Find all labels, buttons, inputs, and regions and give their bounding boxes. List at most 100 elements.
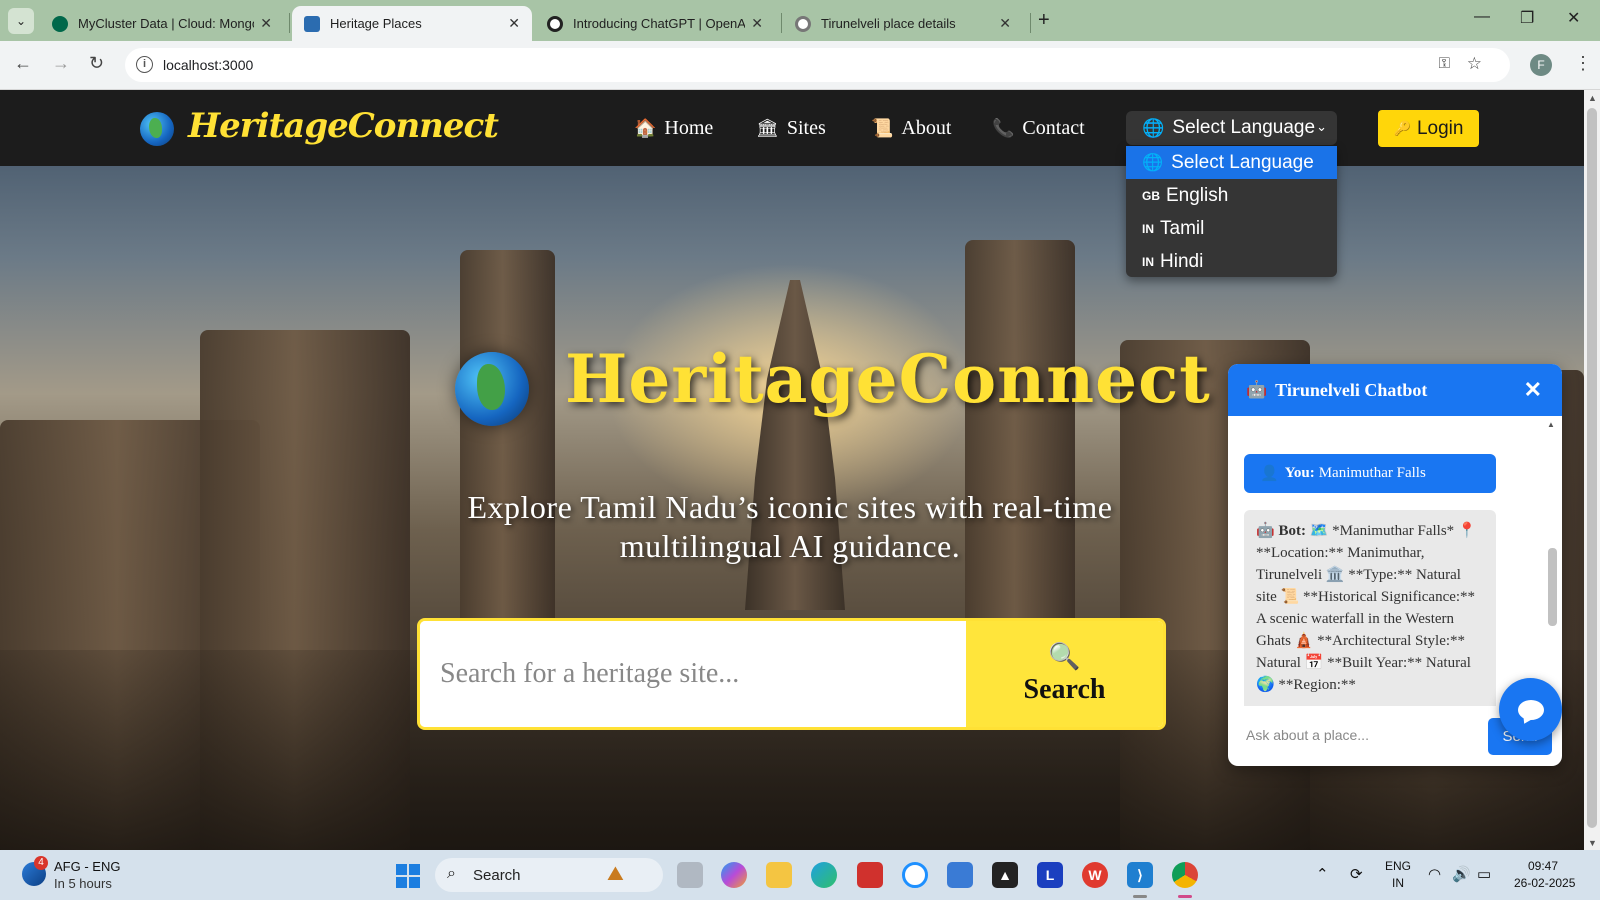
close-tab-icon[interactable]: ✕ [260,15,272,32]
volume-icon[interactable]: 🔊 [1452,865,1471,883]
openai-icon [547,15,563,32]
user-message: 👤 You: Manimuthar Falls [1244,454,1496,493]
cortana-ring-icon[interactable] [902,862,928,888]
close-tab-icon[interactable]: ✕ [508,15,520,32]
chatbot-title: Tirunelveli Chatbot [1275,379,1428,400]
tab-separator [1030,13,1031,33]
tray-chevron-up-icon[interactable]: ⌃ [1316,865,1329,883]
phone-icon: 📞 [992,118,1015,138]
chatbot-scrollbar[interactable]: ▲ ▼ [1546,420,1558,702]
battery-icon[interactable]: ▭ [1477,865,1491,883]
app-active-indicator [1178,895,1192,898]
browser-toolbar: ← → ↻ i localhost:3000 ⚿ ☆ F ⋮ [0,41,1600,90]
notification-badge: 4 [34,856,48,870]
browser-tab-mongodb[interactable]: MyCluster Data | Cloud: MongoDB ✕ [40,6,284,41]
input-language-line-2[interactable]: IN [1392,876,1404,890]
language-option-tamil[interactable]: IN Tamil [1126,212,1337,245]
chatbot-close-icon[interactable]: ✕ [1524,377,1542,403]
language-option-hindi[interactable]: IN Hindi [1126,245,1337,278]
react-app-icon [304,15,320,32]
page-scrollbar-thumb[interactable] [1587,108,1597,828]
in-flag-icon: IN [1142,254,1154,269]
hero-subtitle: Explore Tamil Nadu’s iconic sites with r… [467,489,1113,564]
close-tab-icon[interactable]: ✕ [999,15,1011,32]
chatbot-scrollbar-thumb[interactable] [1548,548,1557,626]
mongodb-leaf-icon [52,15,68,32]
bookmark-star-icon[interactable]: ☆ [1467,54,1482,74]
user-icon: 👤 [1260,466,1279,482]
bank-icon: 🏛 [756,118,779,138]
page-scrollbar[interactable]: ▲ ▼ [1584,90,1600,850]
clock-time[interactable]: 09:47 [1528,859,1558,873]
vscode-icon[interactable]: ⟩ [1127,862,1153,888]
scroll-icon: 📜 [871,118,894,138]
browser-tab-tirunelveli[interactable]: Tirunelveli place details ✕ [783,6,1023,41]
windows-start-icon[interactable] [396,864,420,888]
nav-contact[interactable]: 📞 Contact [992,117,1085,140]
language-option-english[interactable]: GB English [1126,179,1337,212]
input-language-line-1[interactable]: ENG [1385,859,1411,873]
wps-office-icon[interactable]: W [1082,862,1108,888]
copilot-icon[interactable] [721,862,747,888]
globe-icon [795,15,811,32]
chrome-icon[interactable] [1172,862,1198,888]
microsoft-store-icon[interactable] [947,862,973,888]
key-icon: 🔑 [1393,120,1411,136]
weather-line-2[interactable]: In 5 hours [54,876,112,891]
tab-separator [289,13,290,33]
new-tab-plus-icon[interactable]: + [1038,9,1050,32]
chatbot-input[interactable] [1246,720,1476,750]
globe-icon [140,112,174,146]
scroll-up-arrow-icon[interactable]: ▲ [1547,420,1555,429]
nav-about[interactable]: 📜 About [871,117,951,140]
site-navbar: HeritageConnect 🏠 Home 🏛 Sites 📜 About 📞… [0,90,1584,166]
taskbar-search[interactable]: ⌕ Search ⛰ [435,858,663,892]
nav-home[interactable]: 🏠 Home [634,117,713,140]
reload-icon[interactable]: ↻ [89,53,104,74]
tab-separator [781,13,782,33]
in-flag-icon: IN [1142,221,1154,236]
profile-avatar[interactable]: F [1530,54,1552,76]
bot-message: 🤖 Bot: 🗺️ *Manimuthar Falls* 📍 **Locatio… [1244,510,1496,706]
robot-icon: 🤖 [1246,380,1268,399]
search-button[interactable]: 🔍 Search [966,621,1163,727]
language-select[interactable]: 🌐 Select Language ⌄ [1126,111,1337,145]
scroll-down-arrow-icon[interactable]: ▼ [1588,838,1597,848]
back-arrow-icon[interactable]: ← [14,53,32,74]
language-option-select[interactable]: 🌐 Select Language [1126,146,1337,179]
nav-sites[interactable]: 🏛 Sites [756,117,826,140]
login-button[interactable]: 🔑 Login [1378,110,1479,147]
brand-logo[interactable]: HeritageConnect [188,106,499,146]
hero-title: HeritageConnect [565,340,1211,418]
mcafee-icon[interactable] [857,862,883,888]
magnifier-icon: 🔍 [1048,642,1081,671]
close-tab-icon[interactable]: ✕ [751,15,763,32]
tab-search-button[interactable]: ⌄ [8,8,34,34]
browser-menu-icon[interactable]: ⋮ [1574,53,1592,74]
sync-icon[interactable]: ⟳ [1350,865,1363,883]
triangle-app-icon[interactable]: ▲ [992,862,1018,888]
address-url[interactable]: localhost:3000 [163,57,253,73]
restore-icon[interactable]: ❐ [1520,8,1534,28]
site-info-icon[interactable]: i [136,56,153,73]
chatbot-messages[interactable]: 👤 You: Manimuthar Falls 🤖 Bot: 🗺️ *Manim… [1228,416,1562,706]
os-taskbar: 4 AFG - ENG In 5 hours ⌕ Search ⛰ ▲ L W … [0,850,1600,900]
chevron-down-icon: ⌄ [1316,119,1327,134]
clock-date[interactable]: 26-02-2025 [1514,876,1575,890]
wifi-icon[interactable]: ◠ [1428,865,1441,883]
heritage-search-input[interactable] [420,621,966,727]
l-app-icon[interactable]: L [1037,862,1063,888]
window-close-icon[interactable]: ✕ [1567,8,1580,28]
browser-tab-heritage-places[interactable]: Heritage Places ✕ [292,6,532,41]
edge-browser-icon[interactable] [811,862,837,888]
file-explorer-icon[interactable] [766,862,792,888]
scroll-up-arrow-icon[interactable]: ▲ [1588,93,1597,103]
forward-arrow-icon[interactable]: → [52,53,70,74]
chatbot-toggle-button[interactable] [1499,678,1562,741]
task-view-icon[interactable] [677,862,703,888]
browser-tab-chatgpt[interactable]: Introducing ChatGPT | OpenAI ✕ [535,6,775,41]
minimize-icon[interactable]: — [1474,8,1490,26]
password-key-icon[interactable]: ⚿ [1439,55,1450,72]
weather-line-1[interactable]: AFG - ENG [54,859,120,874]
address-bar[interactable]: i localhost:3000 ⚿ ☆ [125,48,1510,82]
